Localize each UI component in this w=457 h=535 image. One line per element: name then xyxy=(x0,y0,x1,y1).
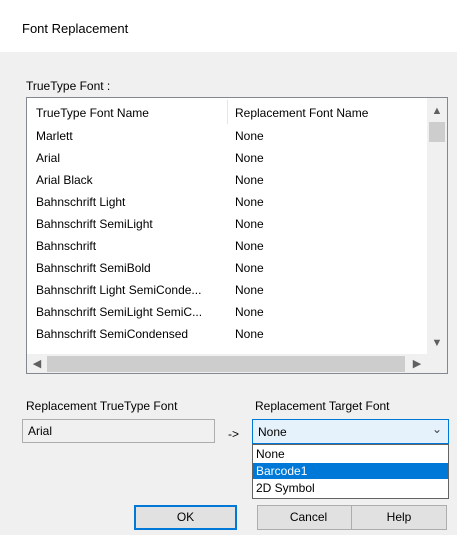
title-bar: Font Replacement xyxy=(0,0,457,52)
font-name: Bahnschrift Light xyxy=(36,195,126,209)
dropdown-option-2d-symbol[interactable]: 2D Symbol xyxy=(253,480,448,496)
replacement-name: None xyxy=(235,217,264,231)
scroll-left-icon[interactable]: ◀ xyxy=(27,354,47,373)
vertical-scroll-thumb[interactable] xyxy=(429,122,445,142)
font-list[interactable]: TrueType Font Name Replacement Font Name… xyxy=(26,97,448,374)
column-header-truetype[interactable]: TrueType Font Name xyxy=(36,106,149,120)
list-item[interactable]: Arial Black None xyxy=(27,170,427,192)
mapping-arrow: -> xyxy=(228,427,240,441)
help-button[interactable]: Help xyxy=(351,505,447,530)
truetype-group-label: TrueType Font : xyxy=(26,79,111,93)
font-name: Bahnschrift SemiCondensed xyxy=(36,327,189,341)
font-name: Bahnschrift SemiBold xyxy=(36,261,151,275)
list-header: TrueType Font Name Replacement Font Name xyxy=(27,98,427,126)
scroll-down-icon[interactable]: ▼ xyxy=(427,334,447,352)
list-item[interactable]: Bahnschrift SemiLight SemiC... None xyxy=(27,302,427,324)
scroll-up-icon[interactable]: ▲ xyxy=(427,102,447,120)
replacement-name: None xyxy=(235,283,264,297)
ok-button[interactable]: OK xyxy=(134,505,237,530)
horizontal-scrollbar[interactable]: ◀ ▶ xyxy=(27,354,427,373)
replacement-name: None xyxy=(235,305,264,319)
column-divider[interactable] xyxy=(227,100,228,124)
replacement-truetype-value: Arial xyxy=(28,424,53,438)
font-name: Bahnschrift xyxy=(36,239,97,253)
replacement-truetype-field: Arial xyxy=(22,419,215,443)
replacement-name: None xyxy=(235,327,264,341)
replacement-name: None xyxy=(235,129,264,143)
dropdown-option-barcode1[interactable]: Barcode1 xyxy=(253,463,448,479)
dialog-body: TrueType Font : TrueType Font Name Repla… xyxy=(0,52,457,535)
list-item[interactable]: Bahnschrift Light None xyxy=(27,192,427,214)
font-name: Bahnschrift Light SemiConde... xyxy=(36,283,202,297)
replacement-target-combobox[interactable]: None ⌄ xyxy=(252,419,449,444)
combobox-value: None xyxy=(258,425,287,439)
replacement-name: None xyxy=(235,239,264,253)
list-item[interactable]: Marlett None xyxy=(27,126,427,148)
window-title: Font Replacement xyxy=(22,21,129,36)
scroll-right-icon[interactable]: ▶ xyxy=(407,354,427,373)
list-item[interactable]: Arial None xyxy=(27,148,427,170)
replacement-name: None xyxy=(235,195,264,209)
target-font-dropdown[interactable]: None Barcode1 2D Symbol xyxy=(252,444,449,499)
vertical-scrollbar[interactable]: ▲ ▼ xyxy=(427,98,447,354)
replacement-target-label: Replacement Target Font xyxy=(255,399,390,413)
font-name: Arial xyxy=(36,151,61,165)
list-item[interactable]: Bahnschrift None xyxy=(27,236,427,258)
list-item[interactable]: Bahnschrift SemiBold None xyxy=(27,258,427,280)
list-item[interactable]: Bahnschrift SemiLight None xyxy=(27,214,427,236)
horizontal-scroll-thumb[interactable] xyxy=(47,356,405,372)
chevron-down-icon[interactable]: ⌄ xyxy=(432,422,442,436)
replacement-truetype-label: Replacement TrueType Font xyxy=(26,399,178,413)
font-name: Marlett xyxy=(36,129,73,143)
column-header-replacement[interactable]: Replacement Font Name xyxy=(235,106,368,120)
list-item[interactable]: Bahnschrift SemiCondensed None xyxy=(27,324,427,346)
scrollbar-corner xyxy=(427,354,447,373)
cancel-button[interactable]: Cancel xyxy=(257,505,360,530)
dropdown-option-none[interactable]: None xyxy=(253,446,448,462)
replacement-name: None xyxy=(235,173,264,187)
replacement-name: None xyxy=(235,151,264,165)
font-name: Arial Black xyxy=(36,173,93,187)
list-item[interactable]: Bahnschrift Light SemiConde... None xyxy=(27,280,427,302)
replacement-name: None xyxy=(235,261,264,275)
font-name: Bahnschrift SemiLight xyxy=(36,217,153,231)
font-name: Bahnschrift SemiLight SemiC... xyxy=(36,305,203,319)
